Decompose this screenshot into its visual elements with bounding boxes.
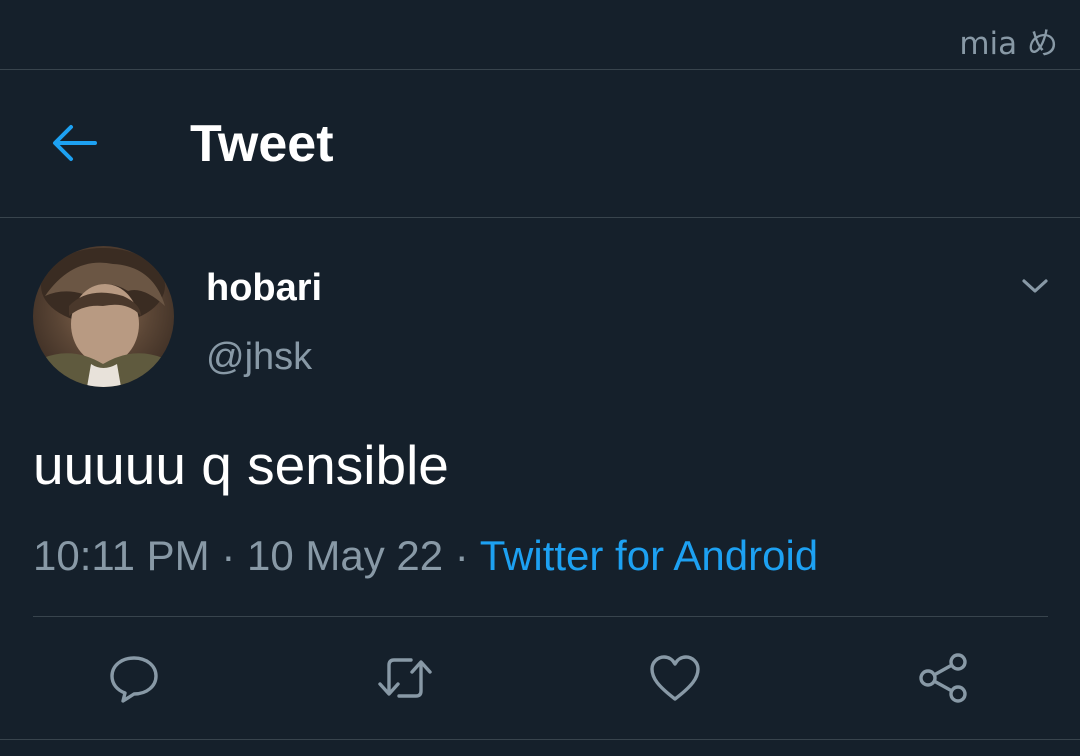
avatar-image: [33, 248, 174, 387]
speech-bubble-icon: [110, 656, 158, 703]
heart-icon: [650, 655, 700, 701]
more-options-button[interactable]: [1013, 268, 1057, 304]
tweet-screen: mia め Tweet hobari @jhsk uuuuu q sensibl…: [0, 0, 1080, 756]
reply-button[interactable]: [104, 648, 164, 708]
chevron-down-icon: [1022, 279, 1048, 293]
tweet-source-link[interactable]: Twitter for Android: [480, 532, 818, 579]
meta-separator: ·: [443, 532, 480, 579]
divider: [0, 739, 1080, 740]
back-button[interactable]: [44, 115, 104, 171]
avatar[interactable]: [33, 246, 174, 387]
meta-separator: ·: [209, 532, 247, 579]
tweet-meta: 10:11 PM · 10 May 22 · Twitter for Andro…: [33, 532, 818, 580]
tweet-time: 10:11 PM: [33, 532, 210, 579]
tweet-date: 10 May 22: [246, 532, 444, 579]
display-name[interactable]: hobari: [206, 267, 322, 310]
top-strip: mia め: [0, 0, 1080, 70]
retweet-arrows-icon: [378, 658, 432, 698]
arrow-left-icon: [53, 125, 97, 161]
header-bar: Tweet: [0, 70, 1080, 218]
share-button[interactable]: [914, 648, 974, 708]
retweet-button[interactable]: [375, 648, 435, 708]
page-title: Tweet: [190, 115, 334, 173]
watermark: mia め: [959, 26, 1058, 62]
like-button[interactable]: [645, 648, 705, 708]
tweet-text: uuuuu q sensible: [33, 434, 449, 496]
user-handle[interactable]: @jhsk: [206, 336, 312, 379]
divider: [33, 616, 1048, 617]
share-nodes-icon: [919, 653, 967, 703]
